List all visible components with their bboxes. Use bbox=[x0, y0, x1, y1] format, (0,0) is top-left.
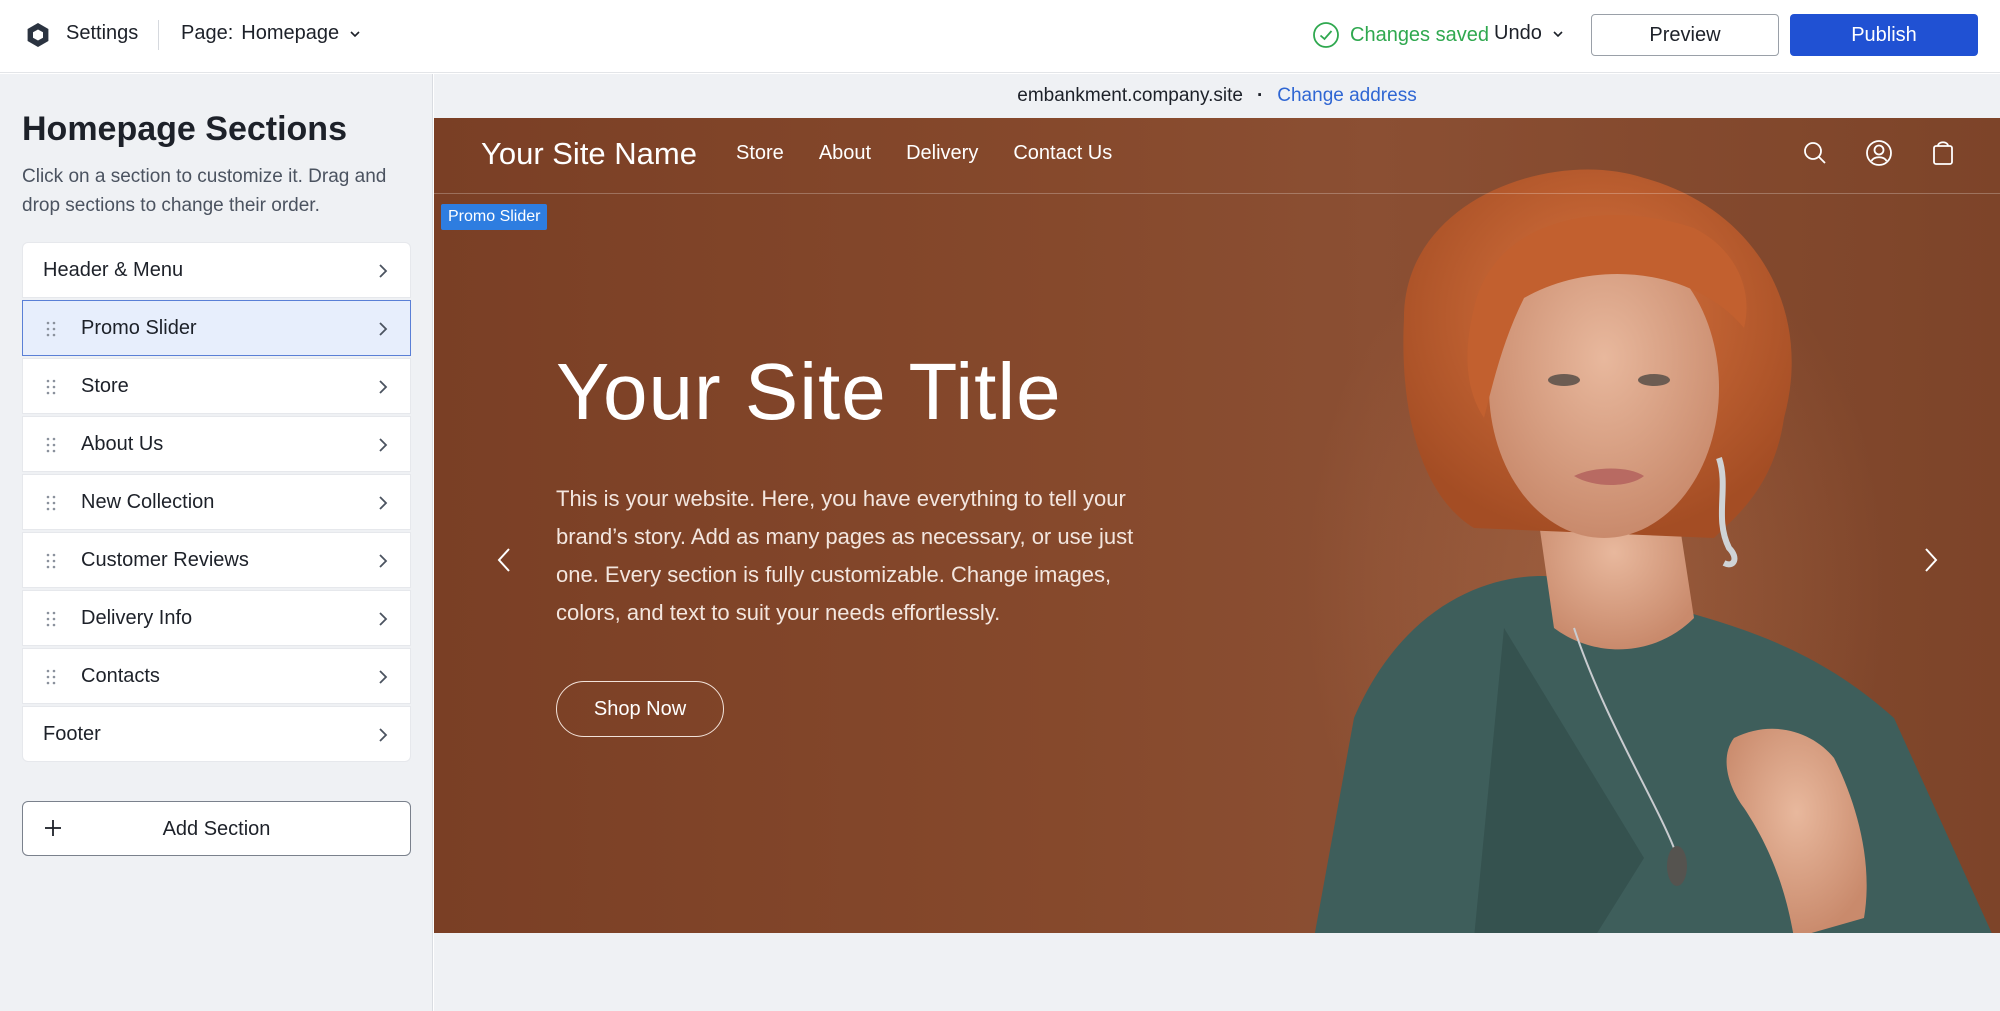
chevron-down-icon bbox=[1553, 30, 1563, 37]
section-item-label: Footer bbox=[43, 723, 101, 745]
cart-bag-icon[interactable] bbox=[1926, 136, 1960, 170]
section-item-label: Delivery Info bbox=[81, 607, 193, 629]
site-preview[interactable]: Your Site Name Store About Delivery Cont… bbox=[434, 118, 2000, 933]
site-menu-about[interactable]: About bbox=[819, 142, 871, 165]
section-item[interactable]: Delivery Info bbox=[22, 590, 411, 646]
add-section-label: Add Section bbox=[162, 818, 271, 840]
hero-title[interactable]: Your Site Title bbox=[556, 346, 1062, 438]
chevron-right-icon bbox=[379, 380, 388, 394]
site-address: embankment.company.site bbox=[1017, 85, 1243, 106]
section-item-label: Header & Menu bbox=[43, 259, 184, 281]
add-section-button[interactable]: Add Section bbox=[22, 801, 411, 856]
chevron-right-icon bbox=[379, 264, 388, 278]
section-item[interactable]: New Collection bbox=[22, 474, 411, 530]
drag-handle-icon[interactable] bbox=[45, 436, 57, 454]
slider-next-arrow-icon[interactable] bbox=[1921, 544, 1941, 576]
drag-handle-icon[interactable] bbox=[45, 378, 57, 396]
chevron-right-icon bbox=[379, 554, 388, 568]
chevron-down-icon bbox=[350, 30, 360, 37]
chevron-right-icon bbox=[379, 670, 388, 684]
drag-handle-icon[interactable] bbox=[45, 610, 57, 628]
site-name[interactable]: Your Site Name bbox=[481, 136, 697, 172]
hero-model-image bbox=[1314, 169, 1992, 933]
sidebar-title: Homepage Sections bbox=[22, 110, 347, 148]
slider-prev-arrow-icon[interactable] bbox=[494, 544, 514, 576]
preview-canvas: embankment.company.site · Change address bbox=[434, 74, 2000, 1011]
drag-handle-icon[interactable] bbox=[45, 552, 57, 570]
preview-button[interactable]: Preview bbox=[1591, 14, 1779, 56]
section-item-label: Contacts bbox=[81, 665, 160, 687]
section-item[interactable]: Footer bbox=[22, 706, 411, 762]
site-menu: Store About Delivery Contact Us bbox=[736, 142, 1112, 165]
site-menu-store[interactable]: Store bbox=[736, 142, 784, 165]
drag-handle-icon[interactable] bbox=[45, 320, 57, 338]
section-item-label: Customer Reviews bbox=[81, 549, 249, 571]
site-menu-delivery[interactable]: Delivery bbox=[906, 142, 978, 165]
site-header: Your Site Name Store About Delivery Cont… bbox=[434, 118, 2000, 194]
hexagon-logo-icon[interactable] bbox=[24, 21, 52, 49]
chevron-right-icon bbox=[379, 612, 388, 626]
sections-sidebar: Homepage Sections Click on a section to … bbox=[0, 74, 433, 1011]
save-status-text: Changes saved bbox=[1350, 23, 1489, 46]
hero-text[interactable]: This is your website. Here, you have eve… bbox=[556, 480, 1136, 632]
section-item[interactable]: Store bbox=[22, 358, 411, 414]
section-item-label: New Collection bbox=[81, 491, 215, 513]
chevron-right-icon bbox=[379, 728, 388, 742]
section-list: Header & Menu Promo Slider Store About Us Ne… bbox=[22, 242, 411, 764]
section-item[interactable]: Header & Menu bbox=[22, 242, 411, 298]
section-item-label: About Us bbox=[81, 433, 164, 455]
section-item-label: Promo Slider bbox=[81, 317, 197, 339]
check-circle-icon bbox=[1313, 22, 1339, 48]
chevron-right-icon bbox=[379, 496, 388, 510]
change-address-link[interactable]: Change address bbox=[1277, 85, 1416, 107]
toolbar-divider bbox=[158, 20, 159, 50]
top-bar: Settings Page: Homepage Changes saved Un… bbox=[0, 0, 2000, 73]
site-menu-contact[interactable]: Contact Us bbox=[1013, 142, 1112, 165]
section-item[interactable]: Contacts bbox=[22, 648, 411, 704]
site-header-icons bbox=[1798, 136, 1960, 170]
promo-slider-tag: Promo Slider bbox=[441, 204, 548, 230]
page-selector[interactable]: Page: Homepage bbox=[181, 22, 361, 45]
drag-handle-icon[interactable] bbox=[45, 494, 57, 512]
settings-link[interactable]: Settings bbox=[66, 22, 138, 45]
chevron-right-icon bbox=[379, 322, 388, 336]
section-item[interactable]: Customer Reviews bbox=[22, 532, 411, 588]
address-separator: · bbox=[1256, 85, 1264, 106]
undo-button[interactable]: Undo bbox=[1494, 22, 1564, 45]
shop-now-button[interactable]: Shop Now bbox=[556, 681, 724, 737]
chevron-right-icon bbox=[379, 438, 388, 452]
page-selector-prefix: Page: bbox=[181, 22, 234, 44]
section-item-label: Store bbox=[81, 375, 129, 397]
address-bar: embankment.company.site · Change address bbox=[434, 74, 2000, 118]
account-icon[interactable] bbox=[1862, 136, 1896, 170]
drag-handle-icon[interactable] bbox=[45, 668, 57, 686]
undo-label: Undo bbox=[1494, 22, 1542, 44]
publish-button[interactable]: Publish bbox=[1790, 14, 1978, 56]
save-status: Changes saved bbox=[1312, 21, 1489, 49]
sidebar-description: Click on a section to customize it. Drag… bbox=[22, 166, 387, 216]
search-icon[interactable] bbox=[1798, 136, 1832, 170]
page-selector-value: Homepage bbox=[241, 22, 340, 44]
section-item[interactable]: About Us bbox=[22, 416, 411, 472]
section-item[interactable]: Promo Slider bbox=[22, 300, 411, 356]
